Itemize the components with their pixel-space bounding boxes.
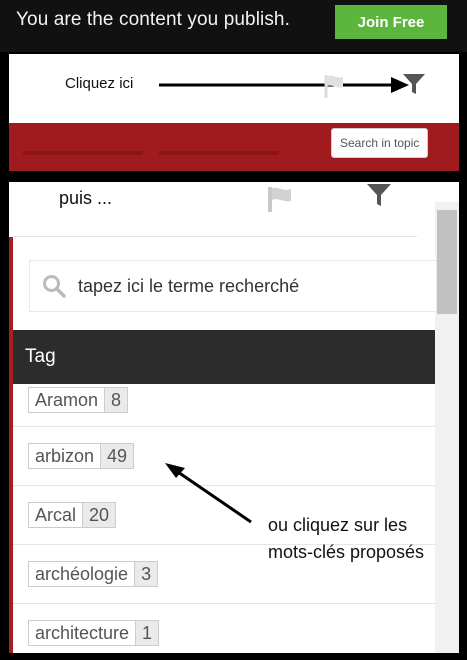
list-item: Aramon 8: [13, 384, 435, 427]
band-decoration: [159, 151, 279, 155]
search-input[interactable]: [76, 274, 420, 298]
search-icon: [42, 274, 66, 298]
join-free-button[interactable]: Join Free: [335, 5, 447, 39]
tag-chip-aramon[interactable]: Aramon 8: [28, 387, 129, 413]
scrollbar[interactable]: [435, 202, 459, 653]
funnel-icon[interactable]: [366, 183, 392, 207]
tag-chip-arcal[interactable]: Arcal 20: [28, 502, 117, 528]
annotation-line: mots-clés proposés: [268, 542, 425, 562]
tag-count: 8: [104, 388, 128, 412]
annotation-line: ou cliquez sur les: [268, 515, 408, 535]
tag-label: Aramon: [35, 390, 99, 410]
flag-icon[interactable]: [267, 186, 293, 212]
top-banner: You are the content you publish. Join Fr…: [0, 0, 467, 52]
suggested-keywords-annotation: ou cliquez sur les mots-clés proposés: [268, 512, 424, 566]
tag-chip-arbizon[interactable]: arbizon 49: [28, 443, 135, 469]
tag-search-field[interactable]: [29, 260, 437, 312]
banner-tagline: You are the content you publish.: [16, 9, 290, 30]
then-annotation: puis ...: [59, 188, 113, 208]
tag-count: 49: [100, 444, 134, 468]
topic-toolbar-panel: Cliquez ici Search in topic: [9, 54, 459, 171]
tag-chip-archeologie[interactable]: archéologie 3: [28, 561, 159, 587]
search-in-topic-tooltip: Search in topic: [331, 128, 429, 158]
band-decoration: [23, 151, 143, 155]
arrow-icon: [165, 463, 252, 524]
tag-count: 20: [82, 503, 116, 527]
tag-label: Arcal: [35, 505, 77, 525]
funnel-icon[interactable]: [402, 73, 426, 95]
tag-chip-architecture[interactable]: architecture 1: [28, 620, 160, 646]
tag-search-panel: puis ... Tag Aramon 8 arbizon: [9, 182, 459, 653]
flag-icon[interactable]: [323, 74, 345, 98]
click-here-annotation: Cliquez ici: [65, 75, 134, 92]
tag-label: archéologie: [35, 564, 129, 584]
list-item: architecture 1: [13, 604, 435, 653]
tag-label: architecture: [35, 623, 130, 643]
scrollbar-thumb[interactable]: [437, 210, 457, 314]
tag-count: 3: [134, 562, 158, 586]
tag-count: 1: [135, 621, 159, 645]
tag-label: arbizon: [35, 446, 95, 466]
divider: [13, 236, 417, 237]
tag-section-header: Tag: [13, 330, 435, 384]
arrow-icon: [159, 77, 409, 93]
